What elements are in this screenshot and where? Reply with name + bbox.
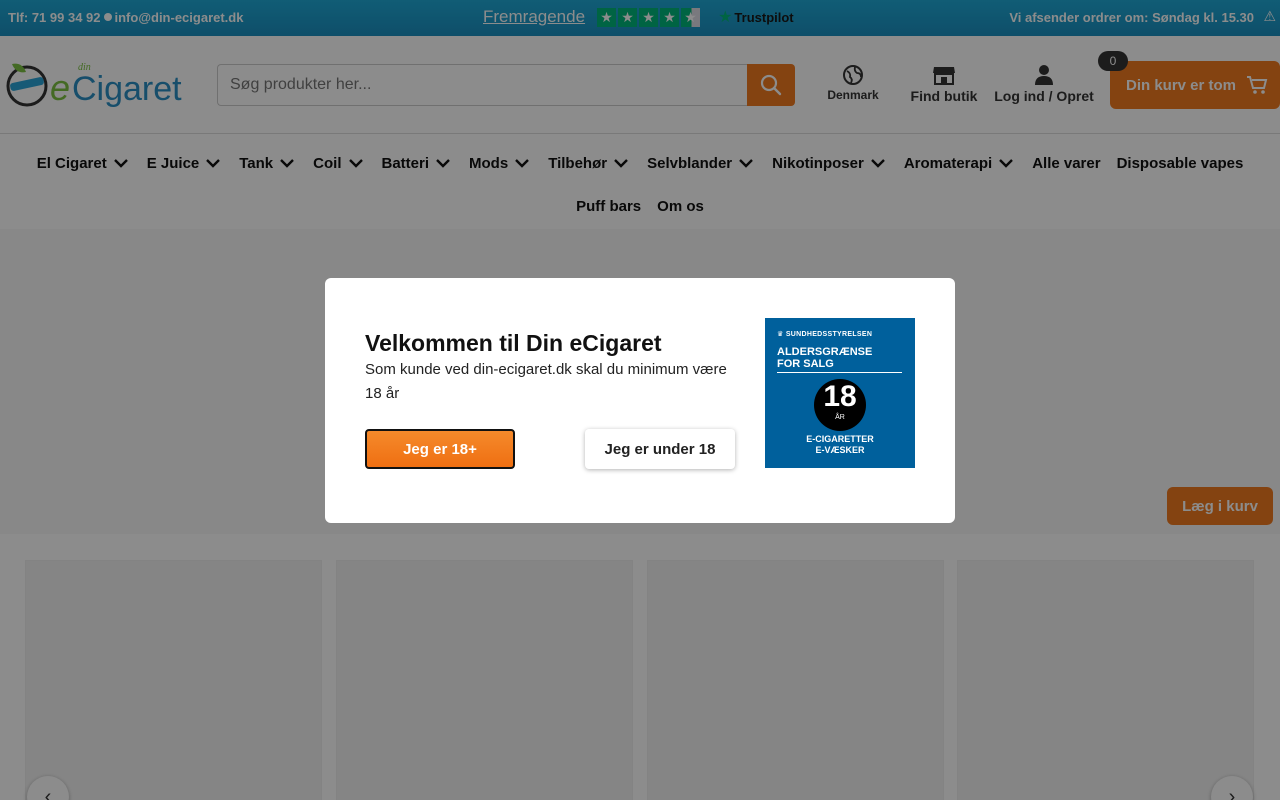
crown-icon: ♛ (777, 331, 786, 338)
badge-title: ALDERSGRÆNSE FOR SALG (777, 346, 873, 370)
decline-age-button[interactable]: Jeg er under 18 (585, 429, 735, 469)
badge-age-unit: ÅR (835, 414, 845, 421)
badge-age: 18 (823, 380, 857, 413)
badge-org: ♛ SUNDHEDSSTYRELSEN (777, 331, 873, 338)
badge-age-circle: 18 ÅR (814, 379, 866, 431)
modal-title: Velkommen til Din eCigaret (365, 330, 662, 356)
age-verification-modal: Velkommen til Din eCigaret Som kunde ved… (325, 278, 955, 523)
age-limit-badge: ♛ SUNDHEDSSTYRELSEN ALDERSGRÆNSE FOR SALG… (765, 318, 915, 468)
confirm-age-button[interactable]: Jeg er 18+ (365, 429, 515, 469)
badge-divider (777, 372, 902, 373)
badge-products: E-CIGARETTER E-VÆSKER (806, 434, 874, 455)
modal-text: Som kunde ved din-ecigaret.dk skal du mi… (365, 361, 727, 402)
